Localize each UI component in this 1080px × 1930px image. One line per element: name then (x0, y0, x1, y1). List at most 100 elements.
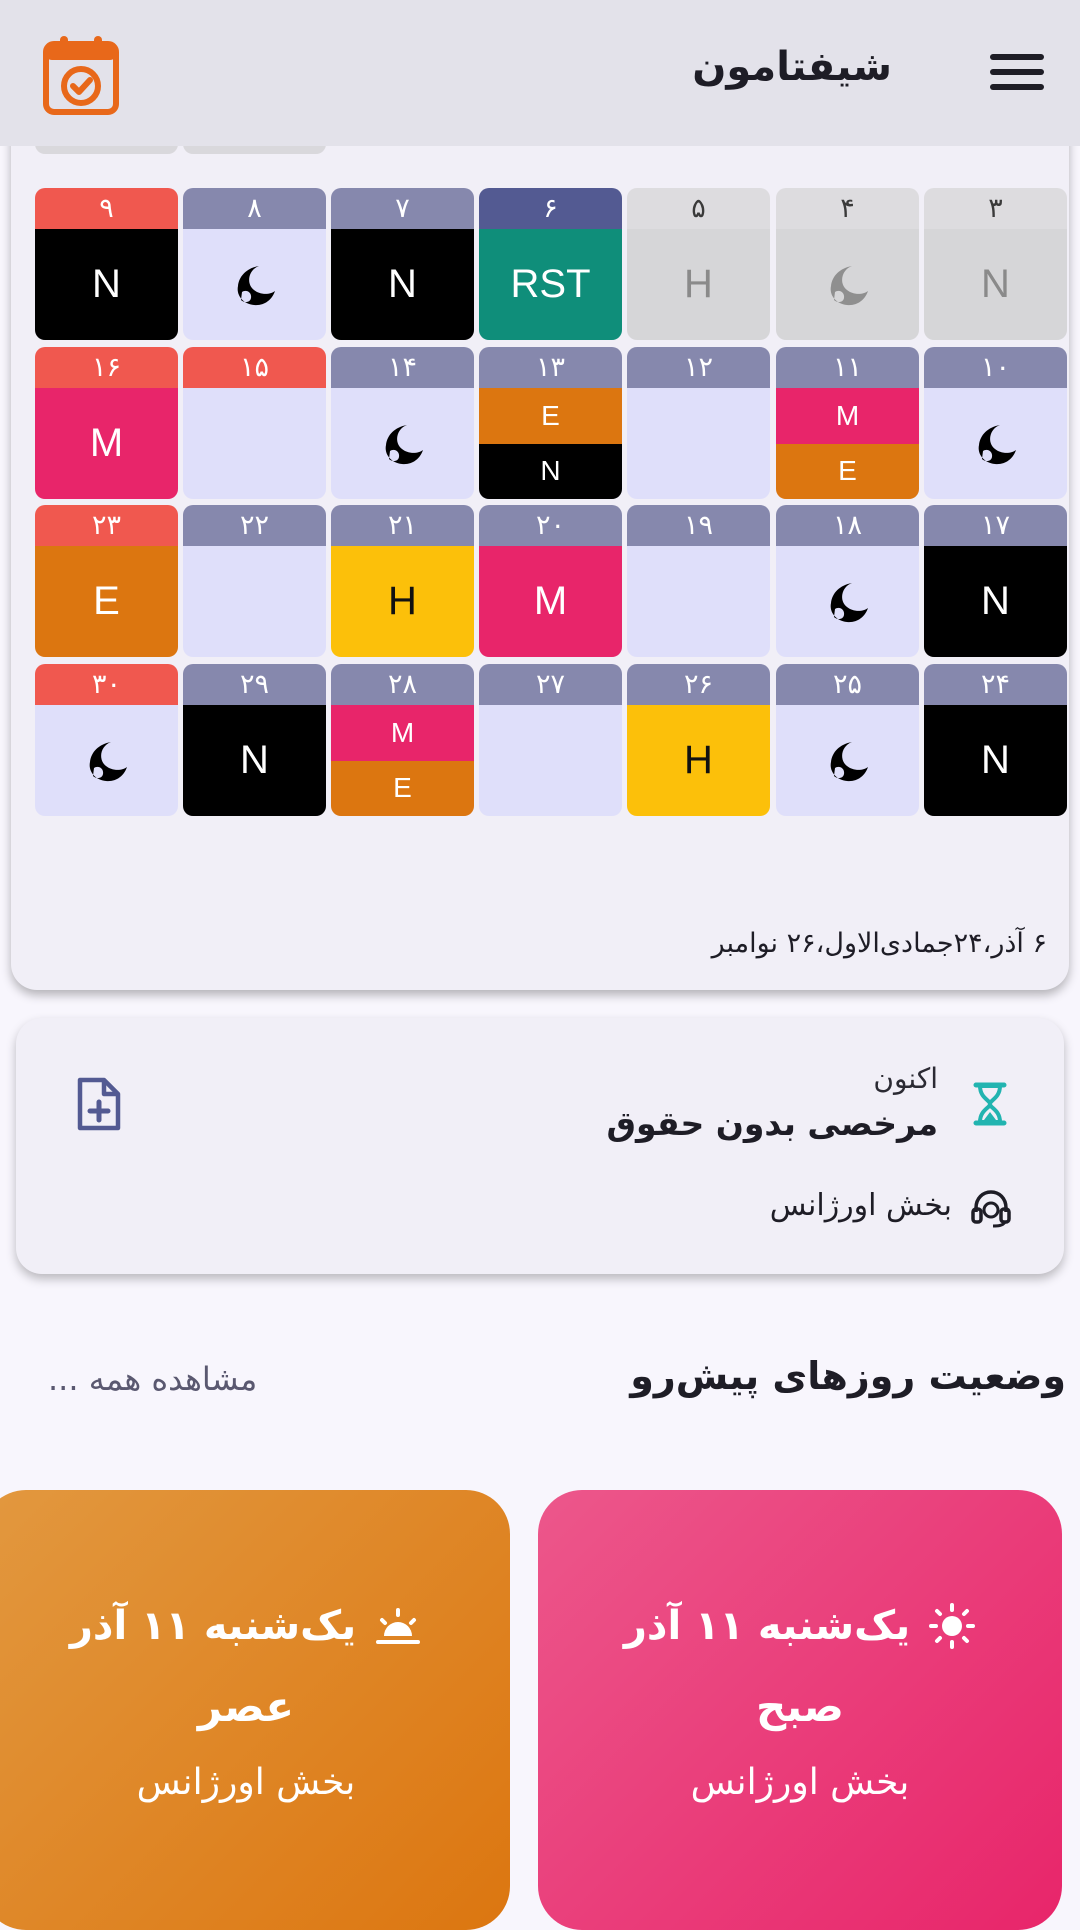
calendar-day-cell[interactable]: ۵H (627, 188, 770, 340)
day-number: ۵ (627, 188, 770, 229)
day-shift: E (35, 546, 178, 657)
day-shift (924, 388, 1067, 499)
day-number: ۱۷ (924, 505, 1067, 546)
shift-label: RST (510, 262, 591, 306)
calendar-day-cell[interactable]: ۱۱ M E (776, 347, 919, 499)
app-bar: شیفتامون (0, 0, 1080, 146)
calendar-day-cell[interactable]: ۴ (776, 188, 919, 340)
day-number: ۲۸ (331, 664, 474, 705)
calendar-day-cell[interactable]: ۱۰ (924, 347, 1067, 499)
calendar-day-cell[interactable]: ۹N (35, 188, 178, 340)
day-shift: M (479, 546, 622, 657)
upcoming-shift-card[interactable]: یک‌شنبه ۱۱ آذر صبح بخش اورژانس (538, 1490, 1062, 1930)
see-all-link[interactable]: مشاهده همه ... (48, 1360, 257, 1398)
calendar-day-cell[interactable]: ۳N (924, 188, 1067, 340)
calendar-day-cell[interactable]: ۲۸ M E (331, 664, 474, 816)
day-number: ۱۰ (924, 347, 1067, 388)
day-shift: ME (776, 388, 919, 499)
day-number: ۴ (776, 188, 919, 229)
sun-icon (929, 1603, 976, 1649)
shift-name: عصر (197, 1682, 295, 1731)
calendar-day-cell[interactable]: ۸ (183, 188, 326, 340)
calendar-day-cell[interactable]: ۱۳ E N (479, 347, 622, 499)
day-number: ۲۳ (35, 505, 178, 546)
department-text: بخش اورژانس (769, 1188, 952, 1223)
day-shift (183, 546, 326, 657)
day-shift (479, 705, 622, 816)
day-number: ۱۴ (331, 347, 474, 388)
shift-date: یک‌شنبه ۱۱ آذر (69, 1603, 357, 1649)
day-number: ۱۵ (183, 347, 326, 388)
day-shift: N (924, 546, 1067, 657)
calendar-check-logo-icon[interactable] (42, 34, 120, 116)
day-shift (183, 388, 326, 499)
add-document-icon[interactable] (76, 1076, 122, 1132)
day-number: ۱۳ (479, 347, 622, 388)
shift-label: N (981, 579, 1010, 623)
shift-label: H (388, 579, 417, 623)
moon-icon (89, 741, 127, 781)
upcoming-section-title: وضعیت روزهای پیش‌رو (630, 1354, 1066, 1398)
shift-department: بخش اورژانس (136, 1762, 356, 1803)
menu-icon[interactable] (990, 52, 1044, 92)
calendar-day-cell[interactable]: ۲۹ N (183, 664, 326, 816)
shift-label: E (776, 443, 919, 499)
calendar-card: E۳N۴۵H۶RST۷N۸۹N۱۰۱۱ME۱۲۱۳EN۱۴۱۵۱۶M۱۷N۱۸۱… (11, 120, 1069, 990)
shift-label: N (981, 738, 1010, 782)
calendar-day-cell[interactable]: ۲۶ H (627, 664, 770, 816)
day-number: ۱۲ (627, 347, 770, 388)
day-shift: N (331, 229, 474, 340)
shift-label: H (684, 738, 713, 782)
upcoming-shift-card[interactable]: یک‌شنبه ۱۱ آذر عصر بخش اورژانس (0, 1490, 510, 1930)
shift-label: N (479, 443, 622, 499)
selected-date-line: ۶ آذر،۲۴جمادی‌الاول،۲۶ نوامبر (711, 928, 1047, 959)
calendar-day-cell[interactable]: ۲۲ (183, 505, 326, 657)
day-shift (35, 705, 178, 816)
calendar-day-cell[interactable]: ۱۴ (331, 347, 474, 499)
headset-icon (971, 1190, 1011, 1228)
shift-label: M (89, 421, 124, 465)
day-shift: EN (479, 388, 622, 499)
calendar-day-cell[interactable]: ۶ RST (479, 188, 622, 340)
moon-icon (385, 424, 423, 464)
day-number: ۸ (183, 188, 326, 229)
day-number: ۲۶ (627, 664, 770, 705)
day-shift (776, 705, 919, 816)
shift-department: بخش اورژانس (690, 1762, 910, 1803)
day-number: ۱۹ (627, 505, 770, 546)
day-number: ۱۸ (776, 505, 919, 546)
shift-label: M (776, 388, 919, 444)
day-number: ۳ (924, 188, 1067, 229)
app-title: شیفتامون (692, 44, 892, 90)
calendar-day-cell[interactable]: ۱۲ (627, 347, 770, 499)
moon-icon (830, 741, 868, 781)
calendar-day-cell[interactable]: ۲۱ H (331, 505, 474, 657)
calendar-day-cell[interactable]: ۱۸ (776, 505, 919, 657)
calendar-day-cell[interactable]: ۱۹ (627, 505, 770, 657)
calendar-day-cell[interactable]: ۱۷ N (924, 505, 1067, 657)
calendar-day-cell[interactable]: ۲۵ (776, 664, 919, 816)
calendar-day-cell[interactable]: ۲۴ N (924, 664, 1067, 816)
day-shift: H (627, 229, 770, 340)
day-number: ۲۱ (331, 505, 474, 546)
current-status-card[interactable]: اکنون مرخصی بدون حقوق بخش اورژانس (16, 1018, 1064, 1274)
calendar-day-cell[interactable]: ۱۶ M (35, 347, 178, 499)
calendar-day-cell[interactable]: ۳۰ (35, 664, 178, 816)
day-shift: M (35, 388, 178, 499)
day-shift (776, 546, 919, 657)
calendar-day-cell[interactable]: ۲۷ (479, 664, 622, 816)
day-number: ۶ (479, 188, 622, 229)
day-number: ۲۷ (479, 664, 622, 705)
hourglass-icon (973, 1082, 1007, 1126)
moon-icon (237, 265, 275, 305)
calendar-day-cell[interactable]: ۱۵ (183, 347, 326, 499)
calendar-day-cell[interactable]: ۲۳ E (35, 505, 178, 657)
now-label: اکنون (873, 1062, 938, 1095)
day-number: ۹ (35, 188, 178, 229)
calendar-day-cell[interactable]: ۷N (331, 188, 474, 340)
moon-icon (830, 582, 868, 622)
shift-label: M (533, 579, 568, 623)
calendar-day-cell[interactable]: ۲۰ M (479, 505, 622, 657)
shift-label: N (92, 262, 121, 306)
day-shift: N (183, 705, 326, 816)
